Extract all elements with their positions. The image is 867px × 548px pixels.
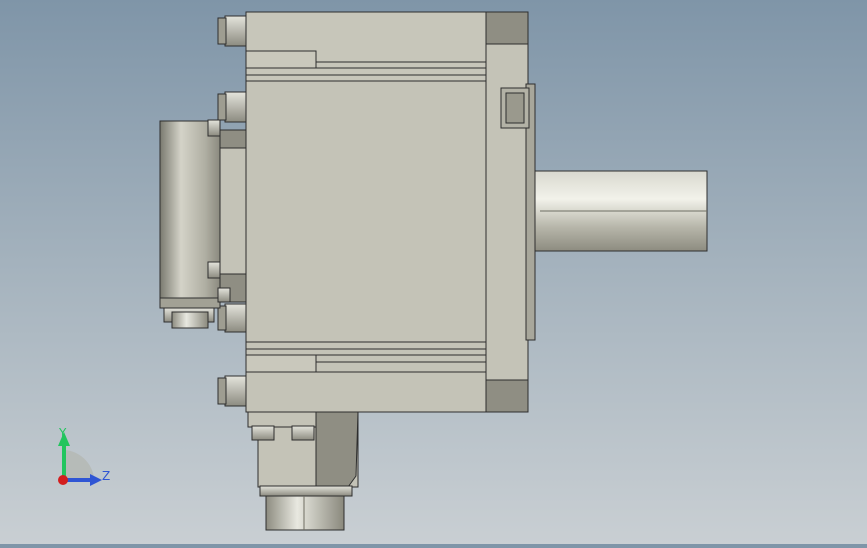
graphics-viewport[interactable]: Y Z: [0, 0, 867, 544]
z-axis-label: Z: [102, 469, 110, 483]
servo-motor-model[interactable]: [159, 11, 708, 531]
coordinate-triad: Y Z: [58, 426, 110, 486]
encoder-housing[interactable]: [159, 120, 221, 309]
x-axis-origin: [58, 475, 68, 485]
front-flange[interactable]: [485, 11, 529, 413]
power-connector-plug[interactable]: [265, 495, 345, 531]
y-axis-label: Y: [58, 426, 67, 440]
